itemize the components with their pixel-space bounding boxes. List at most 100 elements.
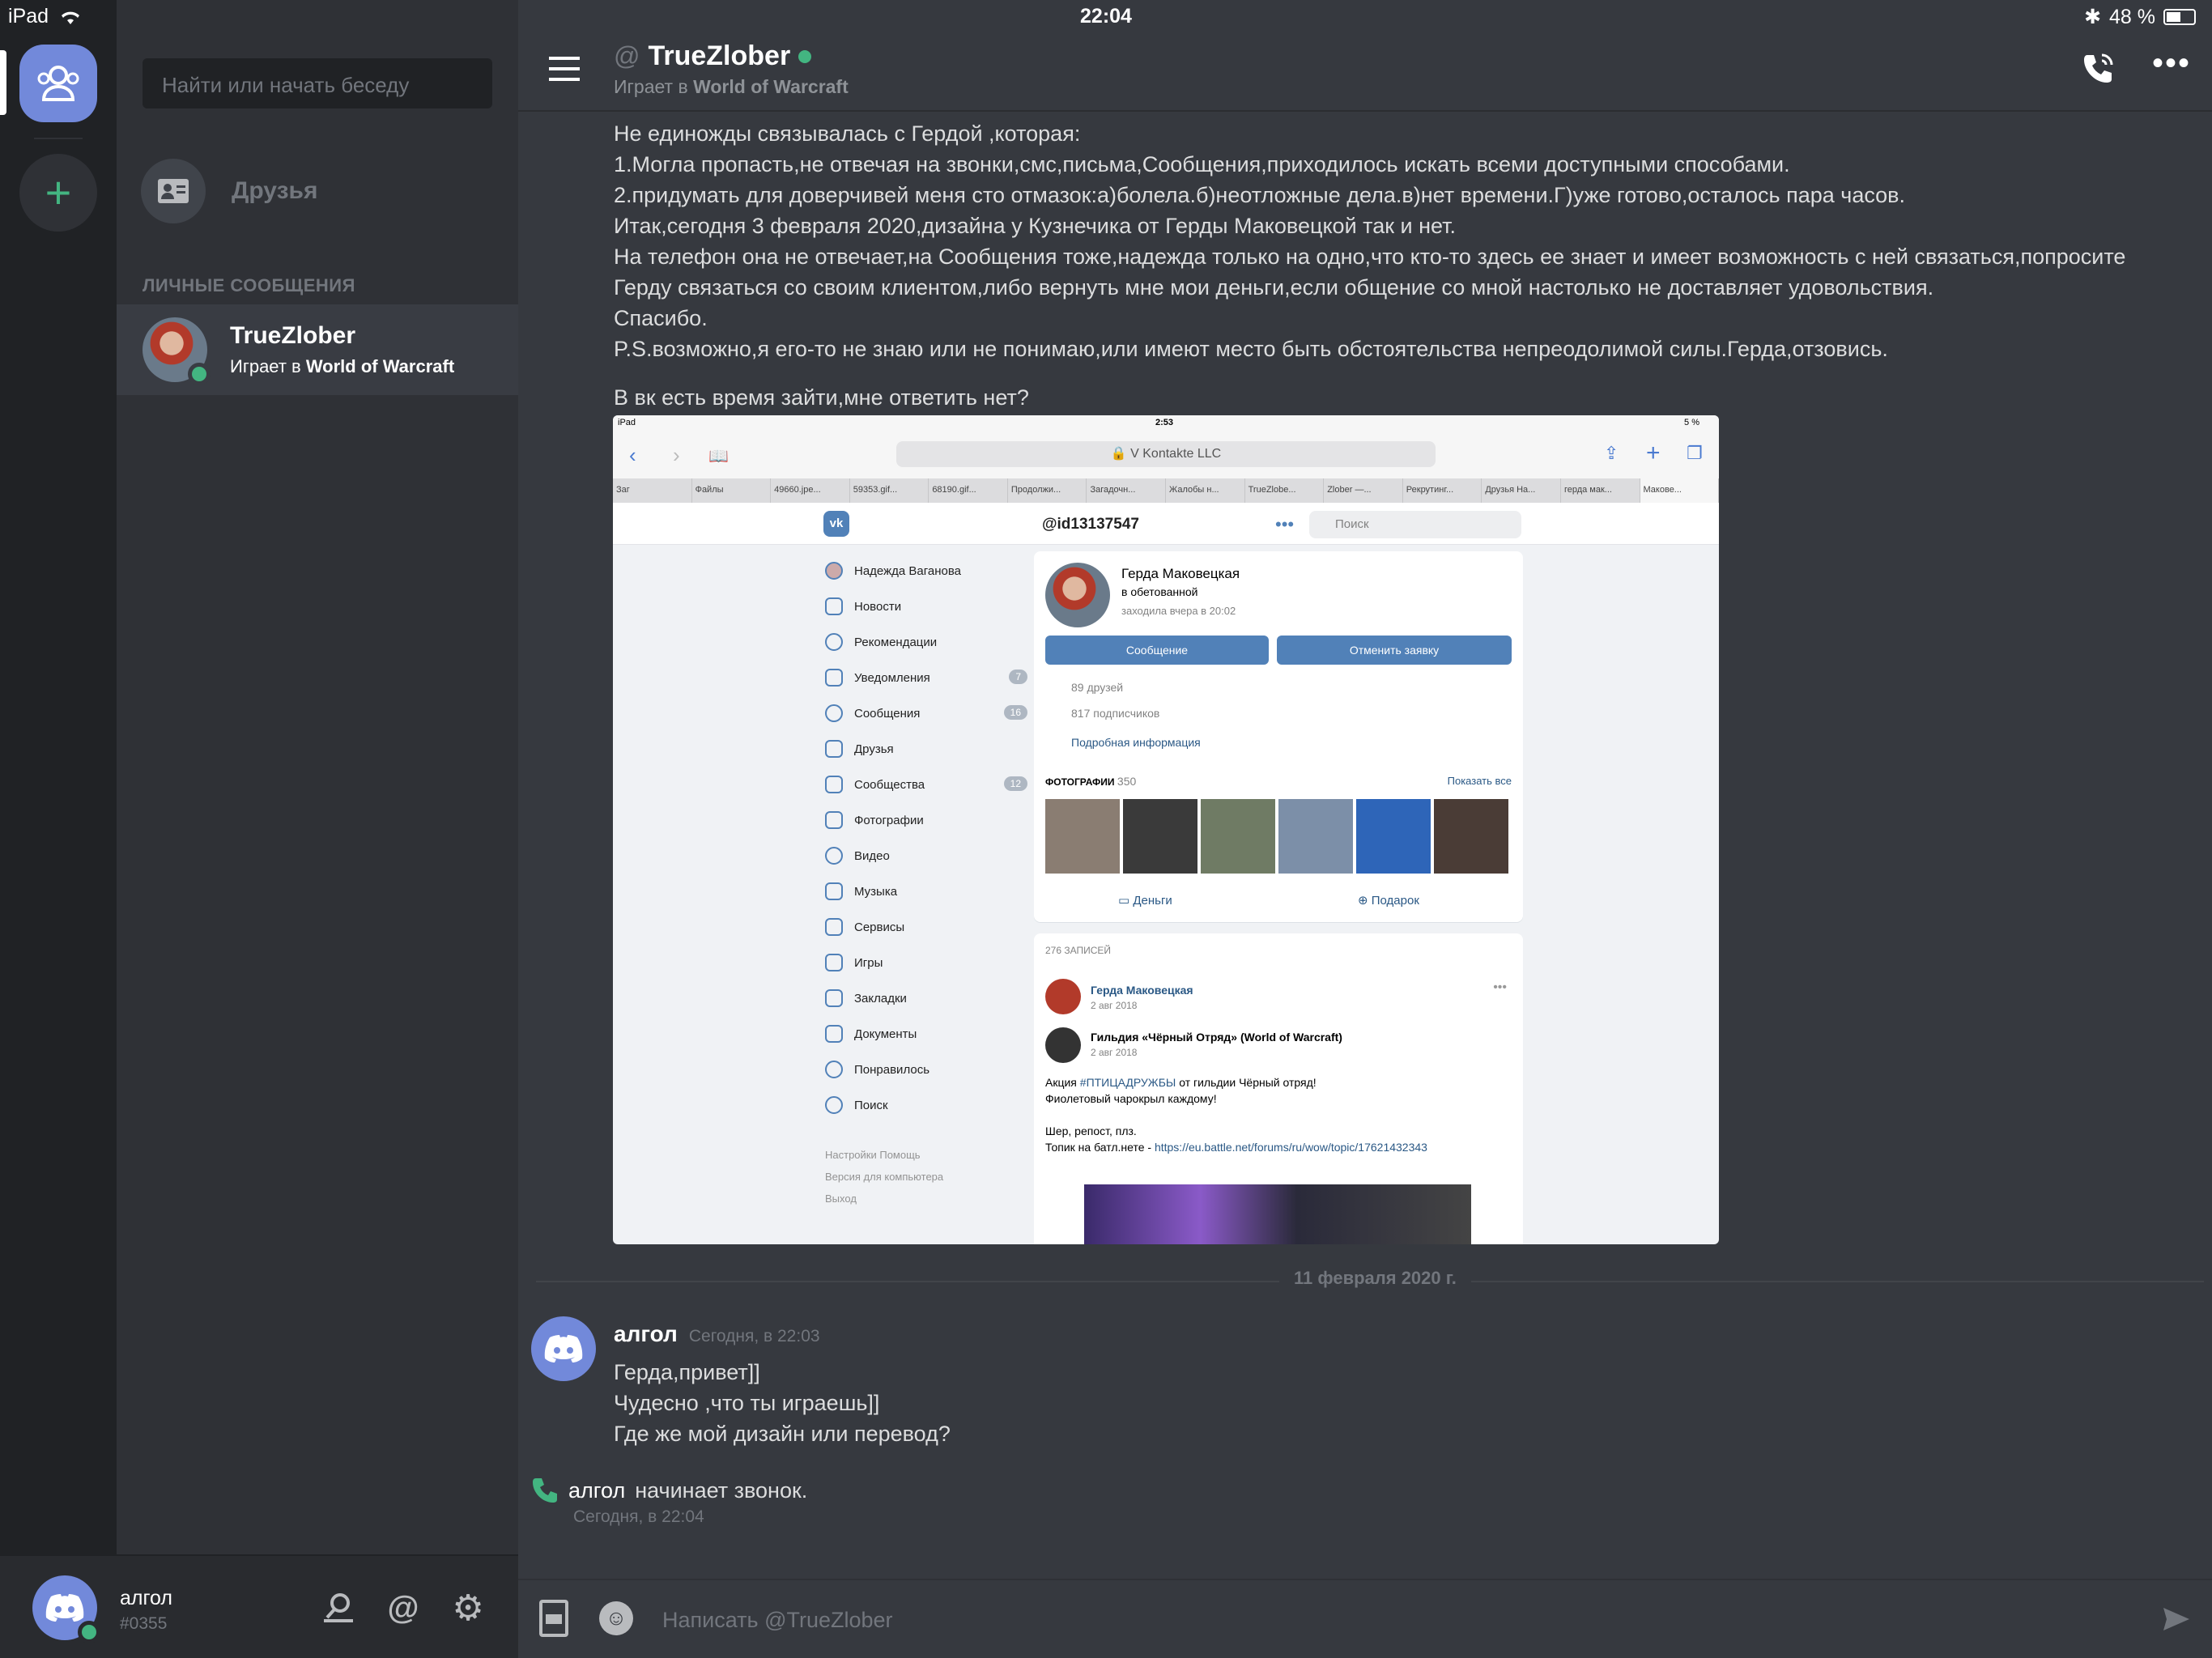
back-icon[interactable]: ‹ (629, 443, 636, 468)
post-author-avatar (1045, 979, 1081, 1014)
browser-tab[interactable]: герда мак... (1561, 478, 1640, 503)
message-input[interactable]: Написать @TrueZlober (662, 1608, 893, 1633)
repost-source[interactable]: Гильдия «Чёрный Отряд» (World of Warcraf… (1091, 1031, 1342, 1044)
user-panel: алгол #0355 @ ⚙ (0, 1554, 518, 1658)
browser-tab[interactable]: 68190.gif... (929, 478, 1008, 503)
vk-nav-item[interactable]: Друзья (825, 731, 1027, 767)
message-text: Герда,привет]] Чудесно ,что ты играешь]] Г… (614, 1360, 951, 1446)
browser-tab[interactable]: Продолжи... (1008, 478, 1087, 503)
friends-button[interactable]: Друзья (141, 159, 317, 223)
footer-link[interactable]: Настройки Помощь (825, 1144, 943, 1166)
call-system-message: алгол начинает звонок. (531, 1477, 807, 1504)
tabs-icon[interactable]: ❐ (1687, 443, 1703, 464)
avatar (143, 317, 211, 385)
user-avatar[interactable] (32, 1575, 100, 1643)
at-icon: @ (614, 41, 640, 70)
vk-nav-item[interactable]: Фотографии (825, 802, 1027, 838)
browser-tab[interactable]: Загадочн... (1087, 478, 1167, 503)
add-server-button[interactable]: + (19, 154, 97, 232)
post-image[interactable] (1084, 1184, 1471, 1244)
browser-tab[interactable]: 49660.jpe... (771, 478, 850, 503)
emoji-icon[interactable]: ☺ (599, 1601, 633, 1635)
direct-messages-home-button[interactable] (19, 45, 97, 122)
message-button[interactable]: Сообщение (1045, 636, 1269, 665)
browser-tab[interactable]: Макове... (1640, 478, 1719, 503)
details-link[interactable]: Подробная информация (1071, 736, 1201, 749)
online-status-indicator (798, 49, 812, 63)
subscribers-count[interactable]: 817 подписчиков (1071, 707, 1159, 720)
message-text: В вк есть время зайти,мне ответить нет? (614, 385, 1029, 410)
vk-nav-item[interactable]: Понравилось (825, 1052, 1027, 1087)
gear-icon[interactable]: ⚙ (449, 1588, 487, 1628)
show-all-link[interactable]: Показать все (1448, 775, 1512, 787)
photo-thumbnail[interactable] (1278, 799, 1353, 874)
dm-header: ЛИЧНЫЕ СООБЩЕНИЯ (143, 275, 355, 295)
date-divider-label: 11 февраля 2020 г. (1279, 1268, 1471, 1289)
call-author[interactable]: алгол (568, 1478, 625, 1503)
post-text: Акция #ПТИЦАДРУЖБЫ от гильдии Чёрный отр… (1045, 1076, 1427, 1154)
battery-percent: 48 % (2109, 5, 2155, 28)
browser-tab[interactable]: Zlober —... (1324, 478, 1403, 503)
plus-icon: + (45, 167, 72, 218)
vk-nav-item[interactable]: Новости (825, 589, 1027, 624)
post-author[interactable]: Герда Маковецкая (1091, 984, 1193, 997)
profile-card: Герда Маковецкая в обетованной заходила … (1034, 551, 1523, 922)
dm-item-truezlober[interactable]: TrueZlober Играет в World of Warcraft (117, 304, 518, 395)
image-upload-icon[interactable] (539, 1600, 568, 1637)
vk-nav-item[interactable]: Сообщения 16 (825, 695, 1027, 731)
clock: 22:04 (1080, 5, 1132, 28)
vk-nav-item[interactable]: Музыка (825, 874, 1027, 909)
send-icon[interactable] (2162, 1605, 2191, 1634)
profile-name: Герда Маковецкая (1121, 566, 1240, 581)
browser-tab[interactable]: Файлы (692, 478, 772, 503)
browser-tab[interactable]: Друзья На... (1482, 478, 1561, 503)
message-header: алгол Сегодня, в 22:03 (614, 1321, 820, 1347)
browser-tab[interactable]: Жалобы н... (1166, 478, 1245, 503)
browser-tabs: Заг Файлы 49660.jpe... 59353.gif... 68190.gi… (613, 478, 1719, 503)
vk-nav-item[interactable]: Уведомления 7 (825, 660, 1027, 695)
new-tab-icon[interactable]: + (1646, 440, 1661, 467)
address-bar[interactable]: 🔒 V Kontakte LLC (896, 441, 1436, 467)
footer-link[interactable]: Выход (825, 1188, 943, 1209)
more-icon[interactable]: ••• (1275, 514, 1294, 535)
vk-nav-item[interactable]: Сервисы (825, 909, 1027, 945)
photo-thumbnail[interactable] (1045, 799, 1120, 874)
vk-nav-item[interactable]: Поиск (825, 1087, 1027, 1123)
mentions-icon[interactable]: @ (384, 1588, 423, 1627)
message-avatar[interactable] (531, 1316, 596, 1381)
vk-nav-item[interactable]: Документы (825, 1016, 1027, 1052)
vk-nav-item[interactable]: Игры (825, 945, 1027, 980)
share-icon[interactable]: ⇪ (1604, 443, 1619, 464)
browser-tab[interactable]: 59353.gif... (850, 478, 929, 503)
vk-nav-item[interactable]: Видео (825, 838, 1027, 874)
cancel-request-button[interactable]: Отменить заявку (1277, 636, 1512, 665)
call-icon[interactable] (2081, 50, 2116, 86)
photo-thumbnail[interactable] (1356, 799, 1431, 874)
post-menu-icon[interactable]: ••• (1493, 980, 1507, 995)
forward-icon[interactable]: › (673, 443, 680, 468)
more-options-icon[interactable]: ••• (2152, 47, 2191, 79)
friends-count[interactable]: 89 друзей (1071, 681, 1123, 694)
bookmarks-icon[interactable]: 📖 (708, 446, 729, 466)
vk-nav-item[interactable]: Рекомендации (825, 624, 1027, 660)
menu-icon[interactable] (549, 57, 580, 81)
battery-icon (2163, 9, 2196, 25)
photo-thumbnail[interactable] (1123, 799, 1197, 874)
browser-tab[interactable]: TrueZlobe... (1245, 478, 1325, 503)
search-input[interactable]: Найти или начать беседу (143, 58, 492, 108)
vk-nav-item[interactable]: Сообщества 12 (825, 767, 1027, 802)
money-button[interactable]: ▭ Деньги (1118, 893, 1172, 908)
message-author[interactable]: алгол (614, 1321, 678, 1347)
vk-logo[interactable]: vk (823, 511, 849, 537)
gift-button[interactable]: ⊕ Подарок (1358, 893, 1419, 908)
browser-tab[interactable]: Заг (613, 478, 692, 503)
attachment-image[interactable]: iPad 2:53 5 % ‹ › 📖 🔒 V Kontakte LLC ⇪ + ❐… (613, 415, 1719, 1244)
photo-thumbnail[interactable] (1201, 799, 1275, 874)
vk-nav-item[interactable]: Надежда Ваганова (825, 553, 1027, 589)
vk-nav-item[interactable]: Закладки (825, 980, 1027, 1016)
footer-link[interactable]: Версия для компьютера (825, 1166, 943, 1188)
vk-search-input[interactable]: Поиск (1309, 511, 1521, 538)
browser-tab[interactable]: Рекрутинг... (1403, 478, 1482, 503)
photo-thumbnail[interactable] (1434, 799, 1508, 874)
search-icon[interactable] (319, 1588, 358, 1627)
